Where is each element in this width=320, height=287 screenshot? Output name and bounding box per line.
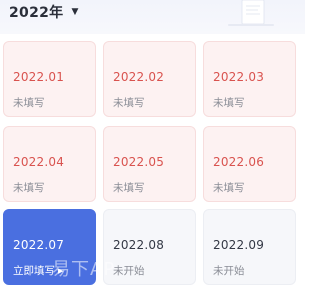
month-label: 2022.01 xyxy=(13,70,65,84)
month-status: 未填写 xyxy=(213,182,245,194)
play-arrow-icon: ▶ xyxy=(58,266,64,275)
month-card-2022-02[interactable]: 2022.02 未填写 xyxy=(103,41,196,117)
month-label: 2022.04 xyxy=(13,155,65,169)
month-card-2022-09[interactable]: 2022.09 未开始 xyxy=(203,209,296,285)
month-status: 未开始 xyxy=(113,265,145,277)
month-card-2022-05[interactable]: 2022.05 未填写 xyxy=(103,126,196,202)
month-label: 2022.03 xyxy=(213,70,265,84)
document-illustration-icon xyxy=(228,0,274,26)
header-bar: 2022年 ▼ xyxy=(0,0,305,34)
month-status: 未填写 xyxy=(113,182,145,194)
month-card-2022-07[interactable]: 2022.07 立即填写 ▶ xyxy=(3,209,96,285)
month-status: 未填写 xyxy=(213,97,245,109)
month-card-2022-06[interactable]: 2022.06 未填写 xyxy=(203,126,296,202)
month-status: 未填写 xyxy=(13,97,45,109)
month-label: 2022.05 xyxy=(113,155,165,169)
caret-down-icon: ▼ xyxy=(71,7,79,17)
month-grid: 2022.01 未填写 2022.02 未填写 2022.03 未填写 2022… xyxy=(0,36,305,287)
month-label: 2022.02 xyxy=(113,70,165,84)
month-label: 2022.07 xyxy=(13,238,65,252)
year-label: 2022年 xyxy=(9,5,64,21)
month-label: 2022.08 xyxy=(113,238,165,252)
fill-now-button[interactable]: 立即填写 ▶ xyxy=(13,263,63,278)
month-status: 立即填写 xyxy=(13,265,55,277)
month-card-2022-04[interactable]: 2022.04 未填写 xyxy=(3,126,96,202)
month-status: 未开始 xyxy=(213,265,245,277)
month-label: 2022.09 xyxy=(213,238,265,252)
month-status: 未填写 xyxy=(13,182,45,194)
month-label: 2022.06 xyxy=(213,155,265,169)
month-card-2022-01[interactable]: 2022.01 未填写 xyxy=(3,41,96,117)
month-card-2022-03[interactable]: 2022.03 未填写 xyxy=(203,41,296,117)
month-status: 未填写 xyxy=(113,97,145,109)
month-card-2022-08[interactable]: 2022.08 未开始 xyxy=(103,209,196,285)
year-selector[interactable]: 2022年 ▼ xyxy=(9,0,78,24)
